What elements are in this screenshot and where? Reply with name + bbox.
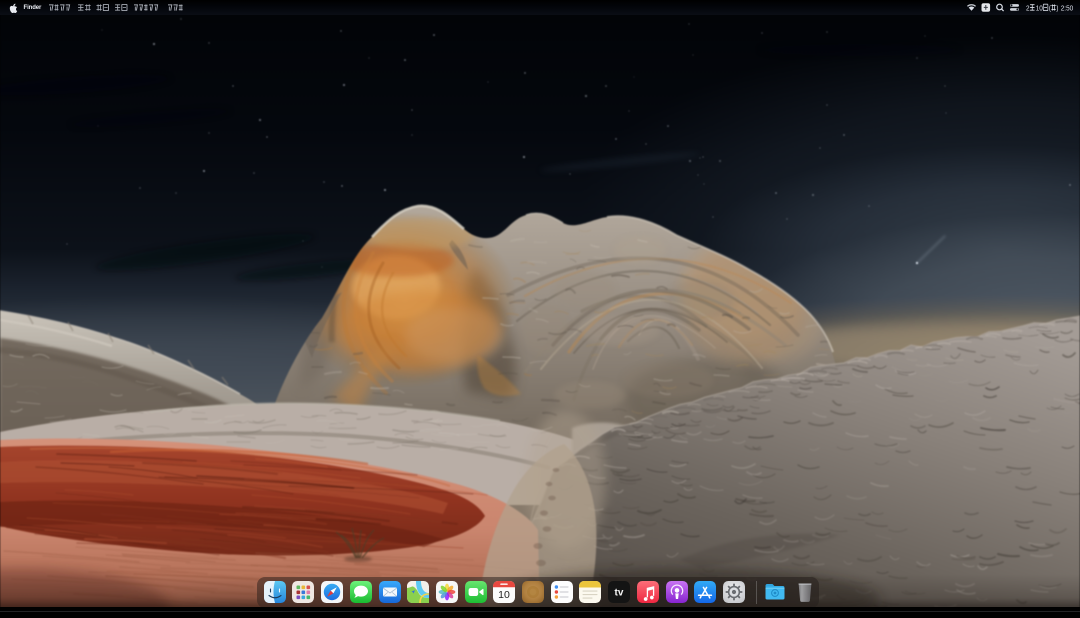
svg-text:10: 10 xyxy=(1036,5,1043,13)
svg-text:2:50: 2:50 xyxy=(1061,5,1073,13)
svg-text:(: ( xyxy=(1049,5,1052,13)
svg-text:2: 2 xyxy=(1026,5,1030,13)
svg-text:10: 10 xyxy=(498,589,510,601)
svg-text:): ) xyxy=(1056,5,1058,13)
